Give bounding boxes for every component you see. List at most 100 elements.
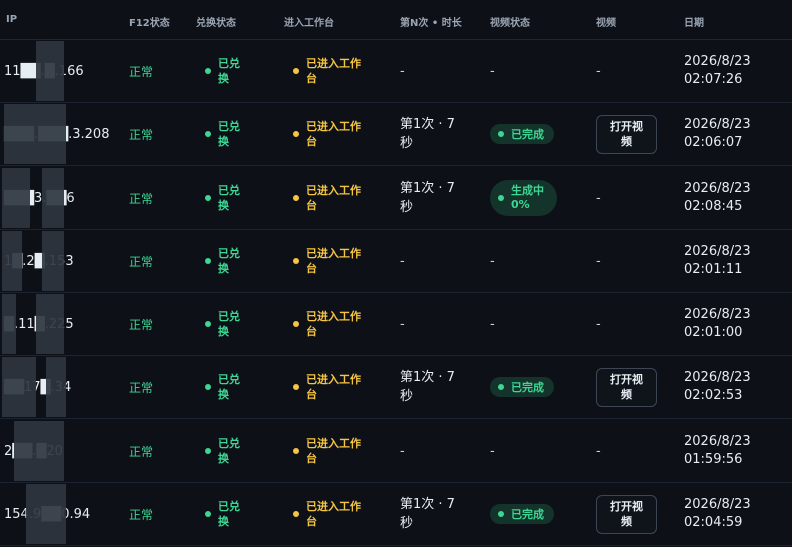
workbench-label: 已进入工作台 [306, 247, 361, 275]
workbench-label: 已进入工作台 [306, 500, 361, 528]
table-header: IP F12状态 兑换状态 进入工作台 第N次 • 时长 视频状态 视频 日期 [0, 0, 792, 40]
yellow-dot-icon [293, 258, 299, 264]
f12-status: 正常 [129, 191, 154, 206]
f12-status: 正常 [129, 444, 154, 459]
yellow-dot-icon [293, 448, 299, 454]
green-dot-icon [205, 448, 211, 454]
nth-duration: - [400, 253, 405, 269]
date-cell: 2026/8/23 02:01:11 [684, 244, 751, 277]
green-dot-icon [205, 511, 211, 517]
workbench-label: 已进入工作台 [306, 57, 361, 85]
exchange-status: 已兑换 [205, 483, 242, 545]
green-dot-icon [205, 68, 211, 74]
workbench-status: 已进入工作台 [293, 167, 366, 229]
video-cell: 打开视频 [596, 103, 657, 165]
table-row: 11██.█.166正常已兑换已进入工作台---2026/8/23 02:07:… [0, 40, 792, 103]
yellow-dot-icon [293, 195, 299, 201]
date-cell: 2026/8/23 02:08:45 [684, 181, 751, 214]
workbench-label: 已进入工作台 [306, 373, 361, 401]
workbench-status: 已进入工作台 [293, 483, 366, 545]
redaction-mask [36, 41, 64, 101]
exchange-label: 已兑换 [218, 57, 240, 85]
open-video-button[interactable]: 打开视频 [596, 114, 657, 154]
redaction-mask [2, 357, 36, 417]
green-dot-icon [205, 131, 211, 137]
exchange-status: 已兑换 [205, 356, 242, 418]
redaction-mask [42, 168, 64, 228]
header-date: 日期 [684, 18, 704, 29]
table-row: 2██.█20正常已兑换已进入工作台---2026/8/23 01:59:56 [0, 420, 792, 483]
open-video-button[interactable]: 打开视频 [596, 367, 657, 407]
exchange-status: 已兑换 [205, 230, 242, 292]
date-cell: 2026/8/23 02:06:07 [684, 117, 751, 150]
yellow-dot-icon [293, 321, 299, 327]
table-row: ███3.██6 正常 已兑换 已进入工作台 第1次 · 7秒 生成中 0% -2026/8… [0, 167, 792, 230]
redaction-mask [14, 421, 64, 481]
nth-duration: 第1次 · 7秒 [400, 497, 455, 531]
green-dot-icon [205, 258, 211, 264]
f12-status: 正常 [129, 254, 154, 269]
video-status: - [490, 253, 495, 269]
workbench-status: 已进入工作台 [293, 420, 366, 482]
exchange-status: 已兑换 [205, 103, 242, 165]
redaction-mask [2, 231, 22, 291]
yellow-dot-icon [293, 511, 299, 517]
nth-duration: 第1次 · 7秒 [400, 181, 455, 215]
f12-status: 正常 [129, 127, 154, 142]
f12-status: 正常 [129, 380, 154, 395]
yellow-dot-icon [293, 68, 299, 74]
workbench-status: 已进入工作台 [293, 103, 366, 165]
video-status: - [490, 443, 495, 459]
workbench-status: 已进入工作台 [293, 293, 366, 355]
table-row: ██17█.34 正常 已兑换 已进入工作台 第1次 · 7秒 已完成 打开视频 2026/8… [0, 356, 792, 419]
yellow-dot-icon [293, 131, 299, 137]
redaction-mask [2, 168, 30, 228]
redaction-mask [36, 294, 64, 354]
date-cell: 2026/8/23 02:04:59 [684, 497, 751, 530]
exchange-label: 已兑换 [218, 184, 240, 212]
nth-duration: 第1次 · 7秒 [400, 370, 455, 404]
video-status: 生成中 0% [490, 167, 557, 229]
green-dot-icon [498, 384, 504, 390]
yellow-dot-icon [293, 384, 299, 390]
exchange-label: 已兑换 [218, 247, 240, 275]
table-row: ███.███.3.208正常已兑换已进入工作台第1次 · 7秒已完成打开视频2… [0, 103, 792, 166]
video-status-label: 已完成 [511, 381, 544, 394]
table-row: 1█.2█.153 正常 已兑换 已进入工作台 - - -2026/8/23 02:01:1… [0, 230, 792, 293]
exchange-label: 已兑换 [218, 373, 240, 401]
workbench-label: 已进入工作台 [306, 120, 361, 148]
header-nth: 第N次 • 时长 [400, 18, 462, 29]
f12-status: 正常 [129, 507, 154, 522]
video-status-badge: 已完成 [490, 377, 554, 397]
workbench-status: 已进入工作台 [293, 230, 366, 292]
video-cell: - [596, 443, 601, 459]
table-row: 154.9██0.94正常已兑换已进入工作台第1次 · 7秒已完成打开视频202… [0, 483, 792, 546]
date-cell: 2026/8/23 02:01:00 [684, 307, 751, 340]
video-status-badge: 已完成 [490, 504, 554, 524]
exchange-label: 已兑换 [218, 310, 240, 338]
exchange-label: 已兑换 [218, 437, 240, 465]
f12-status: 正常 [129, 64, 154, 79]
redaction-mask [2, 294, 16, 354]
date-cell: 2026/8/23 01:59:56 [684, 434, 751, 467]
video-cell: 打开视频 [596, 483, 657, 545]
f12-status: 正常 [129, 317, 154, 332]
video-cell: - [596, 253, 601, 269]
exchange-label: 已兑换 [218, 500, 240, 528]
header-video-status: 视频状态 [490, 18, 530, 29]
video-status: - [490, 63, 495, 79]
video-status-label: 生成中 0% [511, 184, 544, 211]
workbench-status: 已进入工作台 [293, 356, 366, 418]
video-status: 已完成 [490, 483, 554, 545]
video-cell: - [596, 63, 601, 79]
workbench-status: 已进入工作台 [293, 40, 366, 102]
exchange-status: 已兑换 [205, 420, 242, 482]
exchange-status: 已兑换 [205, 40, 242, 102]
video-status-badge: 生成中 0% [490, 180, 557, 216]
exchange-status: 已兑换 [205, 293, 242, 355]
video-status: 已完成 [490, 103, 554, 165]
nth-duration: - [400, 443, 405, 459]
green-dot-icon [498, 195, 504, 201]
open-video-button[interactable]: 打开视频 [596, 494, 657, 534]
header-f12: F12状态 [129, 18, 170, 29]
